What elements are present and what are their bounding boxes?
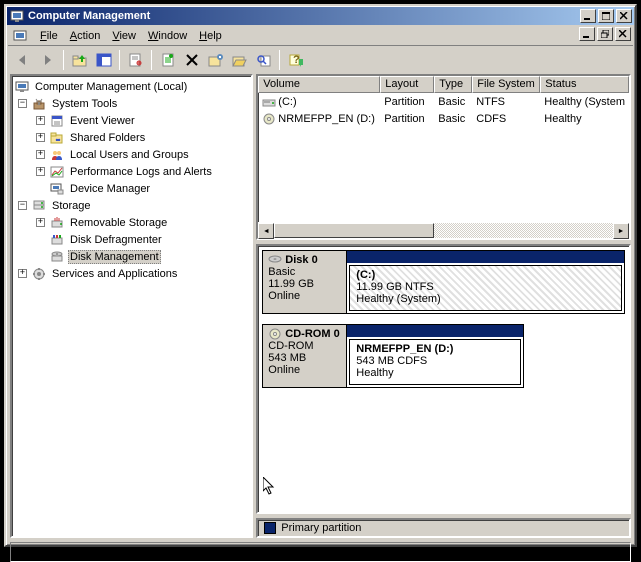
tree-perf-logs[interactable]: + Performance Logs and Alerts — [14, 163, 249, 180]
expand-icon[interactable]: + — [18, 269, 27, 278]
menu-view[interactable]: View — [106, 28, 142, 44]
svg-text:?: ? — [293, 54, 300, 66]
volume-list[interactable]: Volume Layout Type File System Status (C… — [256, 74, 631, 240]
tree-device-mgr[interactable]: Device Manager — [14, 180, 249, 197]
partition-header — [347, 325, 523, 337]
event-viewer-icon — [49, 113, 65, 129]
collapse-icon[interactable]: − — [18, 99, 27, 108]
app-window: Computer Management File Action View Win… — [4, 4, 637, 547]
up-button[interactable] — [68, 49, 91, 71]
tree-services[interactable]: + Services and Applications — [14, 265, 249, 282]
col-volume[interactable]: Volume — [258, 76, 380, 93]
tools-icon — [31, 96, 47, 112]
disk-icon — [268, 254, 282, 266]
mdi-close-button[interactable] — [615, 27, 631, 41]
menu-action[interactable]: Action — [64, 28, 107, 44]
tree-pane[interactable]: Computer Management (Local) − System Too… — [10, 74, 253, 538]
open-button[interactable] — [228, 49, 251, 71]
tree-shared-folders[interactable]: + Shared Folders — [14, 129, 249, 146]
legend-primary-label: Primary partition — [281, 522, 361, 534]
drive-icon — [262, 96, 276, 108]
partition[interactable]: (C:) 11.99 GB NTFS Healthy (System) — [347, 251, 624, 313]
col-fs[interactable]: File System — [472, 76, 540, 93]
list-row[interactable]: (C:) Partition Basic NTFS Healthy (Syste… — [258, 93, 629, 110]
show-hide-tree-button[interactable] — [92, 49, 115, 71]
close-button[interactable] — [616, 9, 632, 23]
defrag-icon — [49, 232, 65, 248]
settings-button[interactable] — [204, 49, 227, 71]
expand-icon[interactable]: + — [36, 218, 45, 227]
app-icon — [9, 8, 25, 24]
cd-icon — [262, 113, 276, 125]
delete-button[interactable] — [180, 49, 203, 71]
toolbar: ? — [8, 46, 633, 74]
mdi-minimize-button[interactable] — [579, 27, 595, 41]
users-icon — [49, 147, 65, 163]
tree-storage[interactable]: − Storage — [14, 197, 249, 214]
col-layout[interactable]: Layout — [380, 76, 434, 93]
statusbar — [10, 542, 631, 562]
legend-bar: Primary partition — [256, 518, 631, 538]
list-header: Volume Layout Type File System Status — [258, 76, 629, 93]
expand-icon[interactable]: + — [36, 116, 45, 125]
help-button[interactable]: ? — [284, 49, 307, 71]
menubar: File Action View Window Help — [8, 26, 633, 46]
tree-system-tools[interactable]: − System Tools — [14, 95, 249, 112]
refresh-button[interactable] — [156, 49, 179, 71]
storage-icon — [31, 198, 47, 214]
disk-graphical-pane[interactable]: Disk 0 Basic 11.99 GB Online (C:) 11.99 … — [256, 244, 631, 514]
title-text: Computer Management — [28, 10, 578, 22]
expand-icon[interactable]: + — [36, 167, 45, 176]
menu-window[interactable]: Window — [142, 28, 193, 44]
tree-defrag[interactable]: Disk Defragmenter — [14, 231, 249, 248]
computer-icon — [14, 79, 30, 95]
minimize-button[interactable] — [580, 9, 596, 23]
tree-disk-mgmt[interactable]: Disk Management — [14, 248, 249, 265]
menu-help[interactable]: Help — [193, 28, 228, 44]
titlebar[interactable]: Computer Management — [7, 7, 634, 25]
mdi-restore-button[interactable] — [597, 27, 613, 41]
tree-removable[interactable]: + Removable Storage — [14, 214, 249, 231]
scroll-thumb[interactable] — [274, 223, 434, 238]
device-mgr-icon — [49, 181, 65, 197]
scroll-left-button[interactable]: ◄ — [258, 223, 274, 239]
col-status[interactable]: Status — [540, 76, 629, 93]
forward-button[interactable] — [36, 49, 59, 71]
disk-row[interactable]: CD-ROM 0 CD-ROM 543 MB Online NRMEFPP_EN… — [262, 324, 524, 388]
expand-icon[interactable]: + — [36, 133, 45, 142]
properties-button[interactable] — [124, 49, 147, 71]
disk-info: CD-ROM 0 CD-ROM 543 MB Online — [263, 325, 347, 387]
list-row[interactable]: NRMEFPP_EN (D:) Partition Basic CDFS Hea… — [258, 110, 629, 127]
tree-local-users[interactable]: + Local Users and Groups — [14, 146, 249, 163]
services-icon — [31, 266, 47, 282]
maximize-button[interactable] — [598, 9, 614, 23]
disk-mgmt-icon — [49, 249, 65, 265]
expand-icon[interactable]: + — [36, 150, 45, 159]
back-button[interactable] — [12, 49, 35, 71]
cd-icon — [268, 328, 282, 340]
legend-primary-box — [264, 522, 276, 534]
removable-icon — [49, 215, 65, 231]
find-button[interactable] — [252, 49, 275, 71]
partition[interactable]: NRMEFPP_EN (D:) 543 MB CDFS Healthy — [347, 325, 523, 387]
disk-row[interactable]: Disk 0 Basic 11.99 GB Online (C:) 11.99 … — [262, 250, 625, 314]
partition-header — [347, 251, 624, 263]
menu-file[interactable]: File — [34, 28, 64, 44]
collapse-icon[interactable]: − — [18, 201, 27, 210]
disk-info: Disk 0 Basic 11.99 GB Online — [263, 251, 347, 313]
mdi-icon[interactable] — [12, 28, 28, 44]
col-type[interactable]: Type — [434, 76, 472, 93]
scroll-right-button[interactable]: ► — [613, 223, 629, 239]
h-scrollbar[interactable]: ◄ ► — [258, 222, 629, 238]
tree-root[interactable]: Computer Management (Local) — [14, 78, 249, 95]
tree-event-viewer[interactable]: + Event Viewer — [14, 112, 249, 129]
perf-logs-icon — [49, 164, 65, 180]
shared-folders-icon — [49, 130, 65, 146]
